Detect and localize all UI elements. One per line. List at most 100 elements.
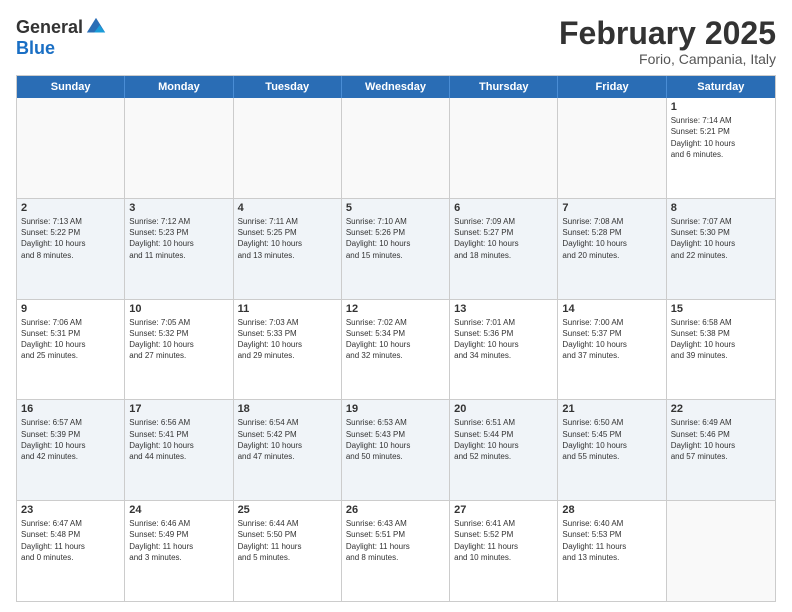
day-number: 26 [346, 504, 445, 516]
day-info: Sunrise: 7:10 AM Sunset: 5:26 PM Dayligh… [346, 216, 445, 261]
calendar-week-row: 9 Sunrise: 7:06 AM Sunset: 5:31 PM Daylig… [17, 300, 775, 401]
page: General Blue February 2025 Forio, Campan… [0, 0, 792, 612]
day-info: Sunrise: 7:01 AM Sunset: 5:36 PM Dayligh… [454, 317, 553, 362]
calendar-cell: 2 Sunrise: 7:13 AM Sunset: 5:22 PM Daylig… [17, 199, 125, 299]
calendar-week-row: 23Sunrise: 6:47 AM Sunset: 5:48 PM Dayli… [17, 501, 775, 601]
calendar-cell: 26Sunrise: 6:43 AM Sunset: 5:51 PM Dayli… [342, 501, 450, 601]
calendar-week-row: 2 Sunrise: 7:13 AM Sunset: 5:22 PM Daylig… [17, 199, 775, 300]
day-number: 9 [21, 303, 120, 315]
header-day: Saturday [667, 76, 775, 98]
day-info: Sunrise: 6:57 AM Sunset: 5:39 PM Dayligh… [21, 417, 120, 462]
title-block: February 2025 Forio, Campania, Italy [559, 16, 776, 67]
day-number: 16 [21, 403, 120, 415]
day-number: 21 [562, 403, 661, 415]
day-info: Sunrise: 6:46 AM Sunset: 5:49 PM Dayligh… [129, 518, 228, 563]
day-number: 2 [21, 202, 120, 214]
header-day: Wednesday [342, 76, 450, 98]
logo: General Blue [16, 16, 107, 59]
calendar-cell: 11 Sunrise: 7:03 AM Sunset: 5:33 PM Dayli… [234, 300, 342, 400]
calendar-cell: 18 Sunrise: 6:54 AM Sunset: 5:42 PM Dayli… [234, 400, 342, 500]
calendar-cell: 12 Sunrise: 7:02 AM Sunset: 5:34 PM Dayli… [342, 300, 450, 400]
day-info: Sunrise: 7:00 AM Sunset: 5:37 PM Dayligh… [562, 317, 661, 362]
calendar-cell [17, 98, 125, 198]
calendar-cell: 7 Sunrise: 7:08 AM Sunset: 5:28 PM Daylig… [558, 199, 666, 299]
calendar-cell: 25 Sunrise: 6:44 AM Sunset: 5:50 PM Dayli… [234, 501, 342, 601]
calendar-cell: 4 Sunrise: 7:11 AM Sunset: 5:25 PM Daylig… [234, 199, 342, 299]
logo-icon [85, 16, 107, 38]
calendar-cell: 10 Sunrise: 7:05 AM Sunset: 5:32 PM Dayli… [125, 300, 233, 400]
day-number: 7 [562, 202, 661, 214]
calendar-cell: 3 Sunrise: 7:12 AM Sunset: 5:23 PM Daylig… [125, 199, 233, 299]
day-number: 25 [238, 504, 337, 516]
calendar-cell [125, 98, 233, 198]
day-number: 1 [671, 101, 771, 113]
calendar-cell: 17 Sunrise: 6:56 AM Sunset: 5:41 PM Dayli… [125, 400, 233, 500]
header-day: Friday [558, 76, 666, 98]
day-info: Sunrise: 6:54 AM Sunset: 5:42 PM Dayligh… [238, 417, 337, 462]
calendar-cell: 8 Sunrise: 7:07 AM Sunset: 5:30 PM Daylig… [667, 199, 775, 299]
calendar-week-row: 16 Sunrise: 6:57 AM Sunset: 5:39 PM Dayli… [17, 400, 775, 501]
day-info: Sunrise: 7:03 AM Sunset: 5:33 PM Dayligh… [238, 317, 337, 362]
day-info: Sunrise: 6:56 AM Sunset: 5:41 PM Dayligh… [129, 417, 228, 462]
day-number: 28 [562, 504, 661, 516]
day-number: 18 [238, 403, 337, 415]
day-info: Sunrise: 7:05 AM Sunset: 5:32 PM Dayligh… [129, 317, 228, 362]
day-info: Sunrise: 7:14 AM Sunset: 5:21 PM Dayligh… [671, 115, 771, 160]
day-number: 3 [129, 202, 228, 214]
day-number: 10 [129, 303, 228, 315]
calendar-body: 1 Sunrise: 7:14 AM Sunset: 5:21 PM Daylig… [17, 98, 775, 601]
calendar-cell [234, 98, 342, 198]
day-info: Sunrise: 7:11 AM Sunset: 5:25 PM Dayligh… [238, 216, 337, 261]
day-info: Sunrise: 7:09 AM Sunset: 5:27 PM Dayligh… [454, 216, 553, 261]
day-number: 17 [129, 403, 228, 415]
day-info: Sunrise: 6:58 AM Sunset: 5:38 PM Dayligh… [671, 317, 771, 362]
calendar-cell: 14 Sunrise: 7:00 AM Sunset: 5:37 PM Dayli… [558, 300, 666, 400]
logo-general: General [16, 17, 83, 38]
calendar-cell: 21Sunrise: 6:50 AM Sunset: 5:45 PM Dayli… [558, 400, 666, 500]
day-number: 20 [454, 403, 553, 415]
header-day: Tuesday [234, 76, 342, 98]
day-number: 12 [346, 303, 445, 315]
calendar-cell: 1 Sunrise: 7:14 AM Sunset: 5:21 PM Daylig… [667, 98, 775, 198]
calendar-subtitle: Forio, Campania, Italy [559, 51, 776, 67]
day-info: Sunrise: 6:40 AM Sunset: 5:53 PM Dayligh… [562, 518, 661, 563]
day-info: Sunrise: 6:49 AM Sunset: 5:46 PM Dayligh… [671, 417, 771, 462]
calendar-cell [558, 98, 666, 198]
logo-blue: Blue [16, 38, 55, 59]
day-number: 11 [238, 303, 337, 315]
day-info: Sunrise: 6:41 AM Sunset: 5:52 PM Dayligh… [454, 518, 553, 563]
calendar-cell: 15 Sunrise: 6:58 AM Sunset: 5:38 PM Dayli… [667, 300, 775, 400]
day-number: 24 [129, 504, 228, 516]
day-number: 4 [238, 202, 337, 214]
calendar-cell: 22Sunrise: 6:49 AM Sunset: 5:46 PM Dayli… [667, 400, 775, 500]
day-number: 14 [562, 303, 661, 315]
day-number: 19 [346, 403, 445, 415]
day-number: 8 [671, 202, 771, 214]
calendar-cell [450, 98, 558, 198]
day-number: 13 [454, 303, 553, 315]
day-info: Sunrise: 7:13 AM Sunset: 5:22 PM Dayligh… [21, 216, 120, 261]
day-info: Sunrise: 7:07 AM Sunset: 5:30 PM Dayligh… [671, 216, 771, 261]
day-number: 15 [671, 303, 771, 315]
day-info: Sunrise: 7:02 AM Sunset: 5:34 PM Dayligh… [346, 317, 445, 362]
day-number: 27 [454, 504, 553, 516]
day-info: Sunrise: 7:12 AM Sunset: 5:23 PM Dayligh… [129, 216, 228, 261]
calendar-cell: 13 Sunrise: 7:01 AM Sunset: 5:36 PM Dayli… [450, 300, 558, 400]
day-info: Sunrise: 7:06 AM Sunset: 5:31 PM Dayligh… [21, 317, 120, 362]
day-info: Sunrise: 6:44 AM Sunset: 5:50 PM Dayligh… [238, 518, 337, 563]
day-number: 5 [346, 202, 445, 214]
day-number: 6 [454, 202, 553, 214]
calendar-header: SundayMondayTuesdayWednesdayThursdayFrid… [17, 76, 775, 98]
calendar-cell [342, 98, 450, 198]
calendar-cell: 19 Sunrise: 6:53 AM Sunset: 5:43 PM Dayli… [342, 400, 450, 500]
day-info: Sunrise: 7:08 AM Sunset: 5:28 PM Dayligh… [562, 216, 661, 261]
calendar-cell: 27 Sunrise: 6:41 AM Sunset: 5:52 PM Dayli… [450, 501, 558, 601]
calendar-cell: 24 Sunrise: 6:46 AM Sunset: 5:49 PM Dayli… [125, 501, 233, 601]
header: General Blue February 2025 Forio, Campan… [16, 16, 776, 67]
calendar-cell: 5 Sunrise: 7:10 AM Sunset: 5:26 PM Daylig… [342, 199, 450, 299]
day-info: Sunrise: 6:53 AM Sunset: 5:43 PM Dayligh… [346, 417, 445, 462]
calendar-cell [667, 501, 775, 601]
calendar-week-row: 1 Sunrise: 7:14 AM Sunset: 5:21 PM Daylig… [17, 98, 775, 199]
day-info: Sunrise: 6:47 AM Sunset: 5:48 PM Dayligh… [21, 518, 120, 563]
header-day: Thursday [450, 76, 558, 98]
